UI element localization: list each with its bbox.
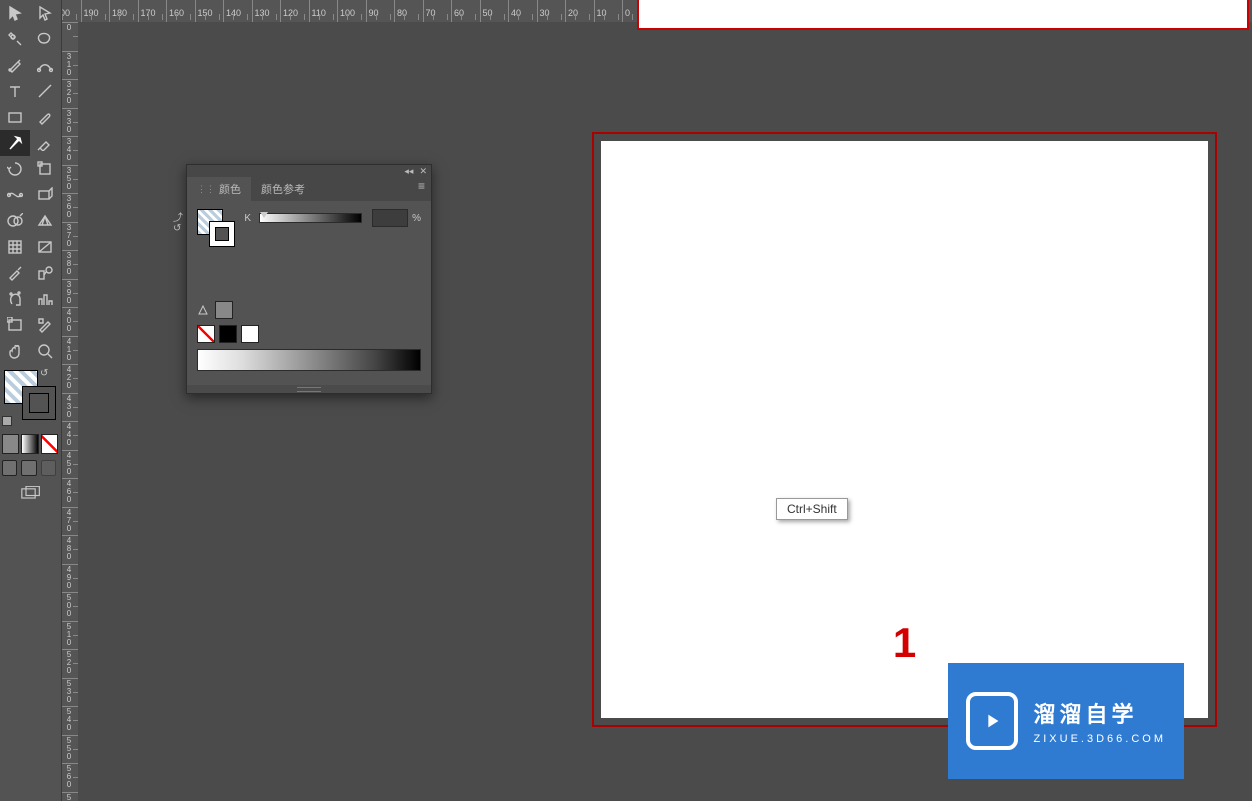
color-mode-solid[interactable] [2,434,19,454]
rotate-tool[interactable] [0,156,30,182]
k-slider[interactable] [259,213,362,223]
toolbox: ↺ [0,0,62,801]
direct-selection-tool[interactable] [30,0,60,26]
screen-mode-normal[interactable] [2,460,17,476]
panel-stroke-swatch[interactable] [209,221,235,247]
artboard-tool[interactable] [0,312,30,338]
type-tool[interactable] [0,78,30,104]
black-swatch[interactable] [219,325,237,343]
keyboard-hint-tooltip: Ctrl+Shift [776,498,848,520]
width-tool[interactable] [0,182,30,208]
panel-menu-icon[interactable]: ≡ [412,177,431,201]
none-swatch[interactable] [197,325,215,343]
pen-tool[interactable] [0,52,30,78]
eraser-tool[interactable] [30,130,60,156]
color-panel-body: ⤴ ↺ K % [187,201,431,385]
workspace: ↺ 20019018017016015014013012011010090807… [0,0,1252,801]
color-mode-gradient[interactable] [21,434,38,454]
screen-mode-presentation[interactable] [41,460,56,476]
tab-color[interactable]: ⋮⋮颜色 [187,177,251,201]
default-fill-stroke-icon[interactable] [2,416,12,426]
watermark-en-text: ZIXUE.3D66.COM [1034,733,1166,745]
shape-builder-tool[interactable] [0,208,30,234]
hand-tool[interactable] [0,338,30,364]
artboard-partial-top[interactable] [637,0,1249,30]
panel-collapse-icon[interactable]: ◂◂ [404,166,413,177]
k-slider-label: K [235,213,251,224]
lasso-tool[interactable] [30,26,60,52]
curvature-tool[interactable] [30,52,60,78]
stroke-swatch[interactable] [22,386,56,420]
last-color-swatch[interactable] [215,301,233,319]
watermark-cn-text: 溜溜自学 [1034,697,1166,729]
grayscale-spectrum[interactable] [197,349,421,371]
pencil-tool[interactable] [0,130,30,156]
change-screen-mode-icon[interactable] [0,486,62,500]
scale-tool[interactable] [30,156,60,182]
selection-tool[interactable] [0,0,30,26]
zoom-tool[interactable] [30,338,60,364]
swap-fill-stroke-icon[interactable]: ↺ [40,368,48,379]
graph-tool[interactable] [30,286,60,312]
artboard-main[interactable]: 1 [592,132,1217,727]
color-panel[interactable]: ◂◂ ✕ ⋮⋮颜色 颜色参考 ≡ ⤴ ↺ [186,164,432,394]
eyedropper-tool[interactable] [0,260,30,286]
line-tool[interactable] [30,78,60,104]
free-transform-tool[interactable] [30,182,60,208]
color-mode-none[interactable] [41,434,58,454]
gradient-tool[interactable] [30,234,60,260]
symbol-sprayer-tool[interactable] [0,286,30,312]
white-swatch[interactable] [241,325,259,343]
panel-resize-grip[interactable] [187,385,431,393]
mesh-tool[interactable] [0,234,30,260]
tab-color-guide[interactable]: 颜色参考 [251,177,315,201]
watermark: 溜溜自学 ZIXUE.3D66.COM [948,663,1184,779]
panel-close-icon[interactable]: ✕ [419,166,427,177]
panel-titlebar[interactable]: ◂◂ ✕ [187,165,431,177]
rectangle-tool[interactable] [0,104,30,130]
screen-mode-full[interactable] [21,460,36,476]
magic-wand-tool[interactable] [0,26,30,52]
swap-panel-swatches-icon[interactable]: ⤴ [173,209,183,223]
out-of-gamut-icon[interactable] [197,304,209,316]
percent-suffix: % [412,213,421,224]
paintbrush-tool[interactable] [30,104,60,130]
watermark-play-icon [966,692,1018,750]
slice-tool[interactable] [30,312,60,338]
perspective-grid-tool[interactable] [30,208,60,234]
blend-tool[interactable] [30,260,60,286]
k-value-input[interactable] [372,209,408,227]
artboard-number-text: 1 [893,619,916,667]
reset-panel-swatches-icon[interactable]: ↺ [173,223,183,237]
ruler-vertical[interactable]: 03 1 03 2 03 3 03 4 03 5 03 6 03 7 03 8 … [62,22,79,801]
